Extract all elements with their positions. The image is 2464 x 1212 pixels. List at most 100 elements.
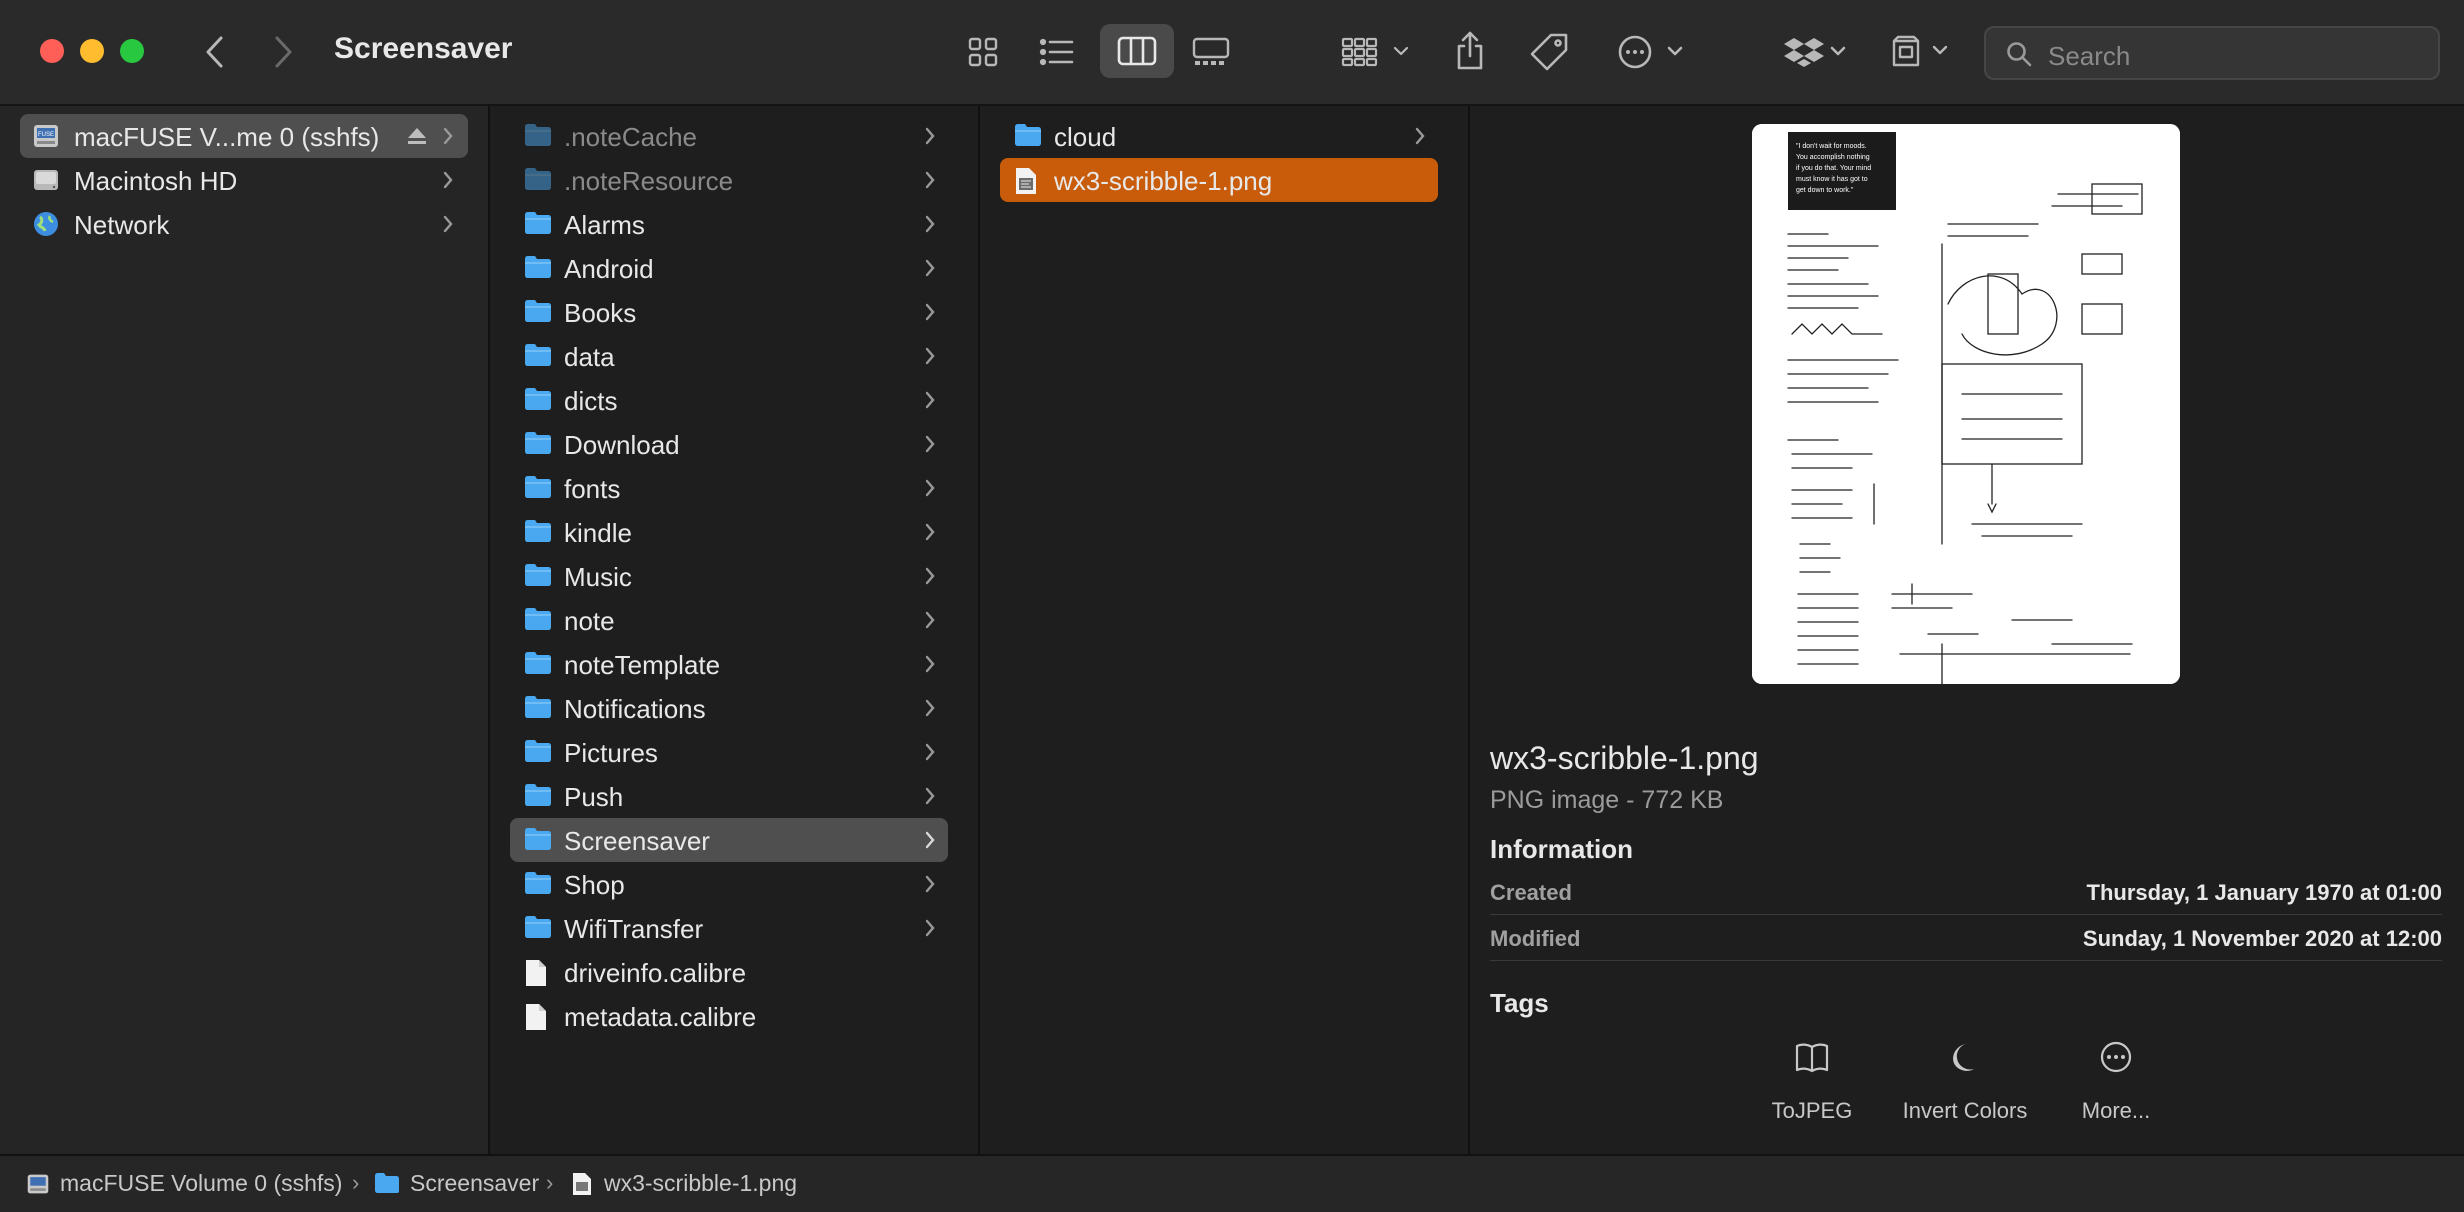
folder-row-screensaver[interactable]: Screensaver: [510, 818, 948, 862]
gallery-view-button[interactable]: [1186, 30, 1236, 74]
back-button[interactable]: [196, 30, 232, 74]
folder-row-pictures[interactable]: Pictures: [510, 730, 948, 774]
file-row-wx3-scribble-1-png[interactable]: wx3-scribble-1.png: [1000, 158, 1438, 202]
group-by-button[interactable]: [1336, 30, 1416, 74]
eject-icon[interactable]: [406, 126, 428, 146]
sidebar-item-label: macFUSE V...me 0 (sshfs): [74, 122, 380, 152]
folder-row-notetemplate[interactable]: noteTemplate: [510, 642, 948, 686]
folder-row-noteresource[interactable]: .noteResource: [510, 158, 948, 202]
chevron-right-icon: [925, 259, 935, 277]
sidebar-item-network[interactable]: Network: [20, 202, 468, 246]
dropbox-button[interactable]: [1782, 30, 1852, 74]
invert-colors-action-button[interactable]: Invert Colors: [1880, 1040, 2050, 1130]
action-menu-button[interactable]: [1612, 30, 1692, 74]
folder-row-android[interactable]: Android: [510, 246, 948, 290]
extension-button[interactable]: [1886, 30, 1956, 74]
column-view-button[interactable]: [1100, 24, 1174, 78]
svg-text:if you do that. Your mind: if you do that. Your mind: [1796, 165, 1871, 172]
icon-view-button[interactable]: [958, 30, 1008, 74]
more-actions-button[interactable]: More...: [2031, 1040, 2201, 1130]
breadcrumb-separator: ›: [546, 1170, 554, 1195]
file-row-metadata-calibre[interactable]: metadata.calibre: [510, 994, 948, 1038]
item-label: Music: [564, 562, 632, 592]
folder-icon: [1015, 124, 1041, 146]
folder-row-dicts[interactable]: dicts: [510, 378, 948, 422]
file-row-driveinfo-calibre[interactable]: driveinfo.calibre: [510, 950, 948, 994]
info-value: Thursday, 1 January 1970 at 01:00: [2086, 880, 2442, 905]
folder-row-notifications[interactable]: Notifications: [510, 686, 948, 730]
close-window-button[interactable]: [40, 39, 64, 63]
fuse-drive-icon: [27, 1174, 49, 1194]
folder-row-shop[interactable]: Shop: [510, 862, 948, 906]
folder-row-books[interactable]: Books: [510, 290, 948, 334]
item-label: Download: [564, 430, 680, 460]
folder-row-data[interactable]: data: [510, 334, 948, 378]
column-root-folder: .noteCache .noteResource Alarms Android Book…: [490, 106, 980, 1154]
sidebar-item-macintosh-hd[interactable]: Macintosh HD: [20, 158, 468, 202]
info-created-row: Created Thursday, 1 January 1970 at 01:0…: [1490, 870, 2442, 915]
folder-icon: [525, 916, 551, 938]
list-view-button[interactable]: [1032, 30, 1082, 74]
image-file-icon: [1016, 168, 1036, 194]
folder-row-kindle[interactable]: kindle: [510, 510, 948, 554]
folder-row-music[interactable]: Music: [510, 554, 948, 598]
svg-text:get down to work.": get down to work.": [1796, 187, 1854, 194]
item-label: wx3-scribble-1.png: [1054, 166, 1273, 196]
item-label: cloud: [1054, 122, 1117, 152]
chevron-right-icon: [925, 523, 935, 541]
information-heading: Information: [1490, 834, 1633, 864]
svg-text:You accomplish nothing: You accomplish nothing: [1796, 154, 1870, 161]
search-placeholder: Search: [2048, 41, 2131, 71]
moon-icon: [1953, 1043, 1974, 1071]
item-label: metadata.calibre: [564, 1002, 757, 1032]
folder-icon: [525, 300, 551, 322]
chevron-right-icon: [925, 699, 935, 717]
forward-button[interactable]: [266, 30, 302, 74]
item-label: Books: [564, 298, 637, 328]
book-icon: [1795, 1043, 1829, 1073]
share-icon: [1457, 31, 1483, 70]
folder-row-wifitransfer[interactable]: WifiTransfer: [510, 906, 948, 950]
item-label: .noteCache: [564, 122, 697, 152]
folder-icon: [525, 784, 551, 806]
item-label: Shop: [564, 870, 625, 900]
chevron-right-icon: [925, 919, 935, 937]
chevron-right-icon: [275, 36, 292, 68]
folder-row-push[interactable]: Push: [510, 774, 948, 818]
folder-row-alarms[interactable]: Alarms: [510, 202, 948, 246]
search-field[interactable]: Search: [1984, 26, 2440, 80]
chevron-right-icon: [1415, 127, 1425, 145]
preview-image[interactable]: "I don't wait for moods. You accomplish …: [1752, 124, 2180, 684]
breadcrumb-volume[interactable]: macFUSE Volume 0 (sshfs): [60, 1170, 342, 1197]
breadcrumb-screensaver[interactable]: Screensaver: [410, 1170, 539, 1197]
minimize-window-button[interactable]: [80, 39, 104, 63]
zoom-window-button[interactable]: [120, 39, 144, 63]
item-label: WifiTransfer: [564, 914, 704, 944]
folder-row-note[interactable]: note: [510, 598, 948, 642]
breadcrumb-file[interactable]: wx3-scribble-1.png: [604, 1170, 797, 1197]
folder-row-notecache[interactable]: .noteCache: [510, 114, 948, 158]
folder-icon: [525, 256, 551, 278]
chevron-right-icon: [925, 127, 935, 145]
columns-icon: [1117, 36, 1157, 66]
chevron-right-icon: [443, 215, 453, 233]
item-label: kindle: [564, 518, 632, 548]
tojpeg-action-button[interactable]: ToJPEG: [1727, 1040, 1897, 1130]
svg-text:"I don't wait for moods.: "I don't wait for moods.: [1796, 143, 1867, 150]
info-value: Sunday, 1 November 2020 at 12:00: [2082, 926, 2442, 951]
sidebar-item-macfuse[interactable]: FUSE macFUSE V...me 0 (sshfs): [20, 114, 468, 158]
folder-row-fonts[interactable]: fonts: [510, 466, 948, 510]
svg-text:must know it has got to: must know it has got to: [1796, 176, 1868, 183]
ellipsis-circle-icon: [2100, 1041, 2132, 1073]
share-button[interactable]: [1448, 26, 1492, 76]
tags-button[interactable]: [1524, 28, 1574, 76]
chevron-right-icon: [925, 347, 935, 365]
chevron-left-icon: [206, 36, 223, 68]
folder-row-download[interactable]: Download: [510, 422, 948, 466]
folder-row-cloud[interactable]: cloud: [1000, 114, 1438, 158]
item-label: data: [564, 342, 615, 372]
preview-file-kind: PNG image - 772 KB: [1490, 786, 1724, 814]
list-icon: [1039, 38, 1074, 66]
chevron-right-icon: [925, 787, 935, 805]
item-label: fonts: [564, 474, 621, 504]
